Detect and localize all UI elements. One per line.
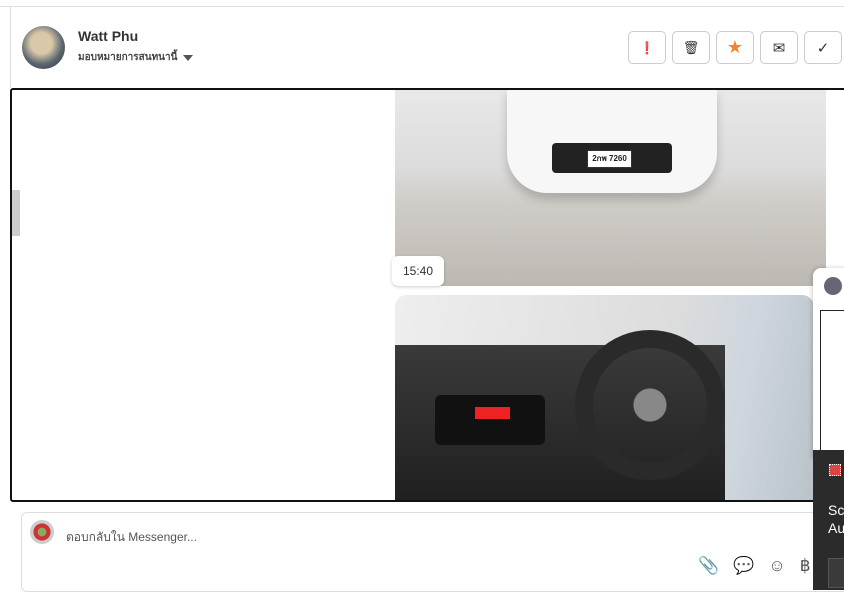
action-toolbar: ❗ 🗑 ★ ✉ ✓ (628, 31, 842, 64)
radio-display (475, 407, 510, 419)
avatar[interactable] (22, 26, 65, 69)
delete-button[interactable]: 🗑 (672, 31, 710, 64)
reply-composer[interactable] (21, 512, 844, 592)
car-image: 2กพ 7260 (507, 90, 717, 193)
contact-name: Watt Phu (78, 28, 139, 44)
left-divider (10, 7, 11, 88)
message-timestamp: 15:40 (392, 256, 444, 286)
emoji-icon[interactable]: ☺ (768, 556, 785, 576)
star-button[interactable]: ★ (716, 31, 754, 64)
attachment-icon[interactable]: 📎 (698, 556, 719, 576)
steering-wheel-image (575, 330, 725, 480)
trash-icon: 🗑 (682, 39, 700, 55)
notification-toast[interactable]: Sc Au (813, 450, 844, 590)
scrollbar[interactable] (12, 190, 20, 236)
mark-unread-button[interactable]: ✉ (760, 31, 798, 64)
mark-spam-button[interactable]: ❗ (628, 31, 666, 64)
chat-popup[interactable] (813, 268, 844, 460)
star-icon: ★ (726, 37, 744, 57)
check-icon: ✓ (816, 39, 830, 57)
car-front-photo[interactable]: 2กพ 7260 (395, 90, 826, 286)
payment-icon[interactable]: ฿ (800, 556, 811, 576)
popup-content (820, 310, 844, 460)
license-plate: 2กพ 7260 (587, 150, 632, 168)
saved-replies-icon[interactable]: 💬 (733, 556, 754, 576)
popup-avatar (824, 277, 842, 295)
mail-icon: ✉ (772, 39, 786, 57)
snipping-tool-icon (829, 464, 841, 476)
assign-dropdown[interactable]: มอบหมายการสนทนานี้ (78, 50, 194, 65)
caret-down-icon (183, 54, 194, 61)
mark-done-button[interactable]: ✓ (804, 31, 842, 64)
page-avatar (30, 520, 54, 544)
toast-body: Au (828, 520, 844, 536)
top-divider (0, 6, 844, 7)
car-interior-photo[interactable] (395, 295, 814, 500)
assign-label: มอบหมายการสนทนานี้ (78, 52, 178, 63)
toast-title: Sc (828, 502, 844, 518)
reply-input[interactable]: ตอบกลับใน Messenger... (66, 528, 197, 547)
composer-tools: 📎 💬 ☺ ฿ (698, 556, 811, 576)
radio-image (435, 395, 545, 445)
message-thread[interactable]: 2กพ 7260 15:40 (10, 88, 844, 502)
toast-button[interactable] (828, 558, 844, 588)
alert-icon: ❗ (639, 40, 655, 55)
